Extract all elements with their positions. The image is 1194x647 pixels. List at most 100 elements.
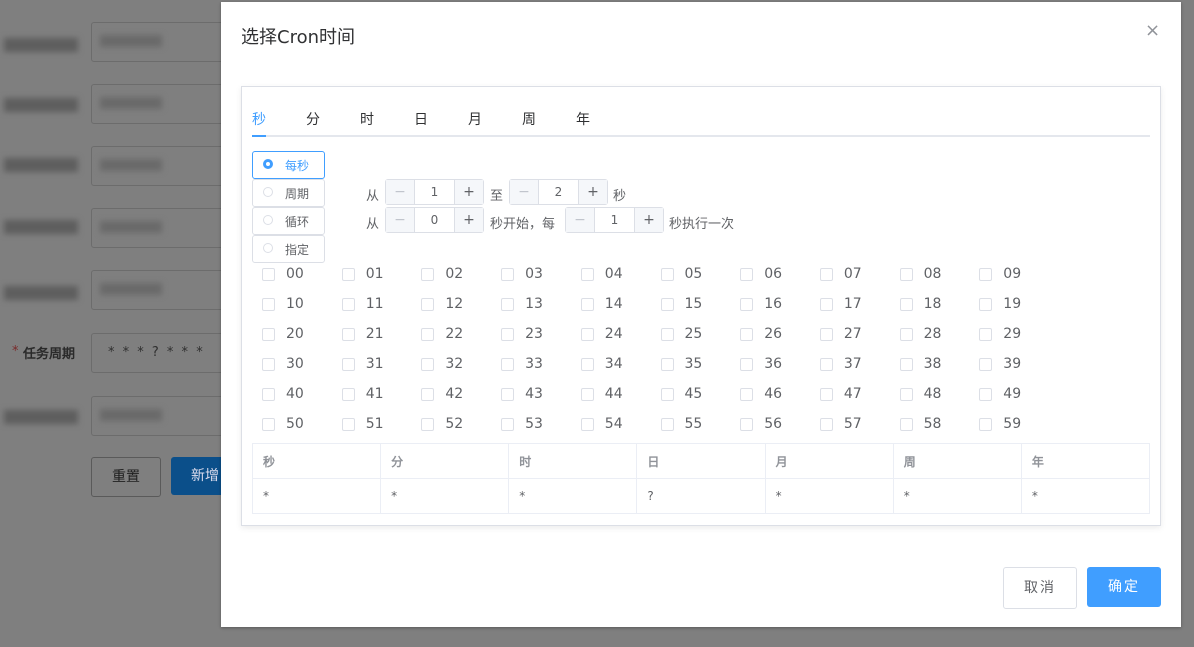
- checkbox-box[interactable]: [262, 418, 275, 431]
- second-checkbox[interactable]: 43: [501, 385, 581, 405]
- second-checkbox[interactable]: 02: [421, 265, 501, 285]
- checkbox-box[interactable]: [740, 268, 754, 281]
- second-checkbox[interactable]: 23: [501, 325, 581, 345]
- second-checkbox[interactable]: 50: [262, 415, 342, 435]
- second-checkbox[interactable]: 06: [740, 265, 820, 285]
- loop-start-stepper[interactable]: − 0 +: [385, 207, 484, 233]
- second-checkbox[interactable]: 48: [899, 385, 980, 405]
- checkbox-box[interactable]: [421, 418, 435, 431]
- tab-year[interactable]: 年: [576, 109, 590, 129]
- checkbox-box[interactable]: [421, 328, 435, 341]
- plus-icon[interactable]: +: [454, 208, 483, 232]
- second-checkbox[interactable]: 46: [740, 385, 820, 405]
- checkbox-box[interactable]: [580, 268, 594, 281]
- checkbox-box[interactable]: [660, 328, 674, 341]
- second-checkbox[interactable]: 53: [501, 415, 581, 435]
- second-checkbox[interactable]: 14: [580, 295, 661, 315]
- second-checkbox[interactable]: 32: [421, 355, 501, 375]
- second-checkbox[interactable]: 37: [819, 355, 900, 375]
- second-checkbox[interactable]: 44: [580, 385, 661, 405]
- second-checkbox[interactable]: 49: [979, 385, 1059, 405]
- checkbox-box[interactable]: [580, 298, 594, 311]
- checkbox-box[interactable]: [979, 328, 993, 341]
- checkbox-box[interactable]: [899, 298, 913, 311]
- minus-icon[interactable]: −: [510, 180, 539, 204]
- second-checkbox[interactable]: 09: [979, 265, 1059, 285]
- second-checkbox[interactable]: 33: [501, 355, 581, 375]
- second-checkbox[interactable]: 07: [819, 265, 900, 285]
- checkbox-box[interactable]: [899, 358, 913, 371]
- second-checkbox[interactable]: 30: [262, 355, 342, 375]
- checkbox-box[interactable]: [341, 418, 355, 431]
- tab-second[interactable]: 秒: [252, 109, 266, 129]
- second-checkbox[interactable]: 52: [421, 415, 501, 435]
- checkbox-box[interactable]: [580, 388, 594, 401]
- radio-period[interactable]: 周期: [252, 179, 325, 207]
- checkbox-box[interactable]: [819, 328, 833, 341]
- second-checkbox[interactable]: 24: [580, 325, 661, 345]
- close-icon[interactable]: ×: [1145, 20, 1160, 41]
- checkbox-box[interactable]: [979, 358, 993, 371]
- checkbox-box[interactable]: [421, 268, 435, 281]
- tab-week[interactable]: 周: [522, 109, 536, 129]
- second-checkbox[interactable]: 22: [421, 325, 501, 345]
- checkbox-box[interactable]: [979, 298, 993, 311]
- stepper-value[interactable]: 2: [539, 185, 578, 199]
- checkbox-box[interactable]: [501, 298, 515, 311]
- second-checkbox[interactable]: 55: [660, 415, 741, 435]
- second-checkbox[interactable]: 26: [740, 325, 820, 345]
- checkbox-box[interactable]: [421, 358, 435, 371]
- second-checkbox[interactable]: 54: [580, 415, 661, 435]
- checkbox-box[interactable]: [501, 358, 515, 371]
- checkbox-box[interactable]: [501, 268, 515, 281]
- second-checkbox[interactable]: 31: [341, 355, 422, 375]
- checkbox-box[interactable]: [580, 328, 594, 341]
- checkbox-box[interactable]: [979, 388, 993, 401]
- second-checkbox[interactable]: 57: [819, 415, 900, 435]
- checkbox-box[interactable]: [341, 388, 355, 401]
- second-checkbox[interactable]: 51: [341, 415, 422, 435]
- second-checkbox[interactable]: 56: [740, 415, 820, 435]
- checkbox-box[interactable]: [580, 418, 594, 431]
- reset-button[interactable]: 重置: [91, 457, 161, 497]
- minus-icon[interactable]: −: [386, 180, 415, 204]
- checkbox-box[interactable]: [740, 358, 754, 371]
- second-checkbox[interactable]: 59: [979, 415, 1059, 435]
- minus-icon[interactable]: −: [386, 208, 415, 232]
- second-checkbox[interactable]: 25: [660, 325, 741, 345]
- second-checkbox[interactable]: 35: [660, 355, 741, 375]
- second-checkbox[interactable]: 47: [819, 385, 900, 405]
- checkbox-box[interactable]: [979, 418, 993, 431]
- checkbox-box[interactable]: [819, 418, 833, 431]
- checkbox-box[interactable]: [262, 268, 275, 281]
- checkbox-box[interactable]: [262, 388, 275, 401]
- second-checkbox[interactable]: 29: [979, 325, 1059, 345]
- checkbox-box[interactable]: [660, 418, 674, 431]
- checkbox-box[interactable]: [819, 268, 833, 281]
- checkbox-box[interactable]: [421, 298, 435, 311]
- checkbox-box[interactable]: [899, 388, 913, 401]
- checkbox-box[interactable]: [501, 328, 515, 341]
- second-checkbox[interactable]: 11: [341, 295, 422, 315]
- checkbox-box[interactable]: [262, 328, 275, 341]
- checkbox-box[interactable]: [341, 298, 355, 311]
- checkbox-box[interactable]: [899, 328, 913, 341]
- checkbox-box[interactable]: [740, 328, 754, 341]
- checkbox-box[interactable]: [341, 358, 355, 371]
- second-checkbox[interactable]: 58: [899, 415, 980, 435]
- checkbox-box[interactable]: [262, 298, 275, 311]
- stepper-value[interactable]: 1: [595, 213, 634, 227]
- checkbox-box[interactable]: [660, 358, 674, 371]
- second-checkbox[interactable]: 01: [341, 265, 422, 285]
- cancel-button[interactable]: 取消: [1003, 567, 1077, 609]
- stepper-value[interactable]: 1: [415, 185, 454, 199]
- checkbox-box[interactable]: [580, 358, 594, 371]
- checkbox-box[interactable]: [501, 388, 515, 401]
- second-checkbox[interactable]: 13: [501, 295, 581, 315]
- second-checkbox[interactable]: 15: [660, 295, 741, 315]
- checkbox-box[interactable]: [341, 328, 355, 341]
- radio-loop[interactable]: 循环: [252, 207, 325, 235]
- second-checkbox[interactable]: 12: [421, 295, 501, 315]
- checkbox-box[interactable]: [501, 418, 515, 431]
- second-checkbox[interactable]: 05: [660, 265, 741, 285]
